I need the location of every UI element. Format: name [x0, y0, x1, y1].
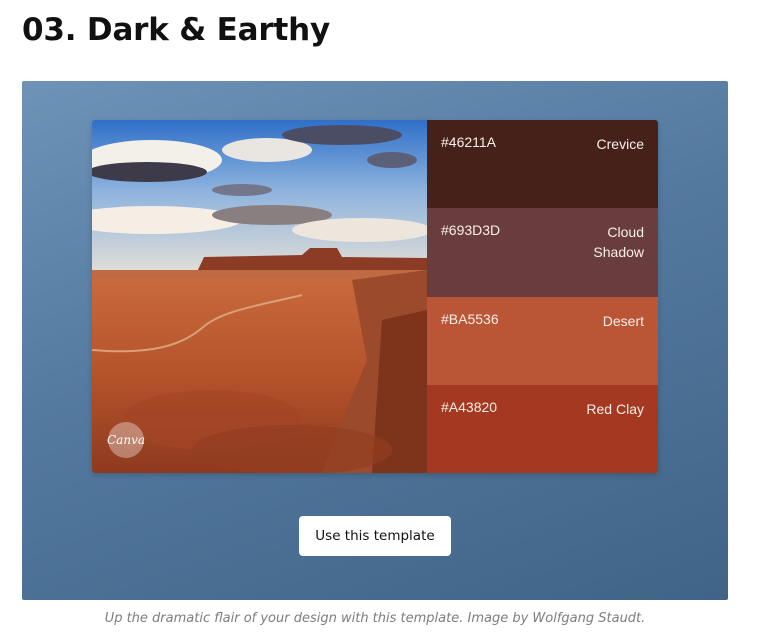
template-card: Canva #46211A Crevice #693D3D Cloud Shad…: [22, 81, 728, 600]
swatch-name: Red Clay: [586, 400, 644, 417]
template-preview[interactable]: Canva #46211A Crevice #693D3D Cloud Shad…: [92, 120, 658, 473]
swatch-hex: #A43820: [441, 398, 498, 415]
swatch-name: Cloud Shadow: [593, 224, 644, 261]
desert-landscape-photo: Canva: [92, 120, 427, 473]
swatch-name: Desert: [602, 312, 644, 329]
page-title: 03. Dark & Earthy: [22, 12, 330, 48]
swatch-hex: #BA5536: [441, 310, 499, 327]
image-caption: Up the dramatic flair of your design wit…: [104, 611, 646, 626]
color-palette: #46211A Crevice #693D3D Cloud Shadow #BA…: [427, 120, 658, 473]
swatch-desert: #BA5536 Desert: [427, 296, 658, 385]
canva-logo: Canva: [107, 422, 145, 458]
swatch-cloud-shadow: #693D3D Cloud Shadow: [427, 208, 658, 297]
swatch-hex: #693D3D: [441, 222, 501, 239]
swatch-hex: #46211A: [441, 134, 497, 150]
use-template-button[interactable]: Use this template: [299, 516, 451, 556]
swatch-crevice: #46211A Crevice: [427, 120, 658, 209]
swatch-red-clay: #A43820 Red Clay: [427, 384, 658, 473]
swatch-name: Crevice: [596, 136, 644, 152]
